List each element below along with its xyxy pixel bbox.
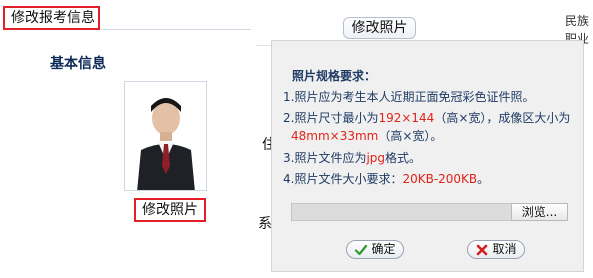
requirement-text: 4.照片文件大小要求： xyxy=(283,172,403,186)
divider xyxy=(101,29,251,30)
requirement-text: 格式。 xyxy=(385,151,422,165)
field-label-ethnicity: 民族 xyxy=(565,14,590,28)
section-title-basic-info: 基本信息 xyxy=(50,56,106,72)
cancel-label: 取消 xyxy=(492,242,517,256)
checkmark-icon xyxy=(355,244,368,255)
requirement-highlight: jpg xyxy=(366,151,386,165)
requirement-line-4: 4.照片文件大小要求：20KB-200KB。 xyxy=(283,170,489,187)
background-text-fragment: 系 xyxy=(258,216,272,232)
photo-frame xyxy=(124,81,207,191)
confirm-label: 确定 xyxy=(371,242,396,256)
requirement-text: 3.照片文件应为 xyxy=(283,151,367,165)
tab-modify-exam-info[interactable]: 修改报考信息 xyxy=(3,6,100,30)
requirement-line-3: 3.照片文件应为jpg格式。 xyxy=(283,149,421,166)
browse-button[interactable]: 浏览... xyxy=(511,203,568,221)
requirement-highlight: 192×144 xyxy=(378,111,435,125)
requirement-text: 。 xyxy=(477,172,490,186)
requirements-title: 照片规格要求： xyxy=(292,69,377,83)
requirement-text: 2.照片尺寸最小为 xyxy=(283,111,379,125)
requirement-text: 1.照片应为考生本人近期正面免冠彩色证件照。 xyxy=(283,90,535,104)
requirement-text: （高×宽）。 xyxy=(378,129,443,143)
popup-title-edit-photo: 修改照片 xyxy=(343,17,416,39)
requirement-highlight: 20KB-200KB xyxy=(402,172,478,186)
edit-photo-button[interactable]: 修改照片 xyxy=(134,198,206,222)
person-photo xyxy=(125,82,206,190)
requirement-line-1: 1.照片应为考生本人近期正面免冠彩色证件照。 xyxy=(283,88,534,105)
requirement-highlight: 48mm×33mm xyxy=(291,129,379,143)
confirm-button[interactable]: 确定 xyxy=(346,240,404,259)
file-path-input[interactable] xyxy=(291,203,512,221)
requirement-line-2: 2.照片尺寸最小为192×144（高×宽），成像区大小为 xyxy=(283,109,570,126)
requirement-line-2-continued: 48mm×33mm（高×宽）。 xyxy=(291,127,442,144)
close-icon xyxy=(477,244,488,255)
cancel-button[interactable]: 取消 xyxy=(467,240,525,259)
requirement-text: （高×宽），成像区大小为 xyxy=(434,111,571,125)
